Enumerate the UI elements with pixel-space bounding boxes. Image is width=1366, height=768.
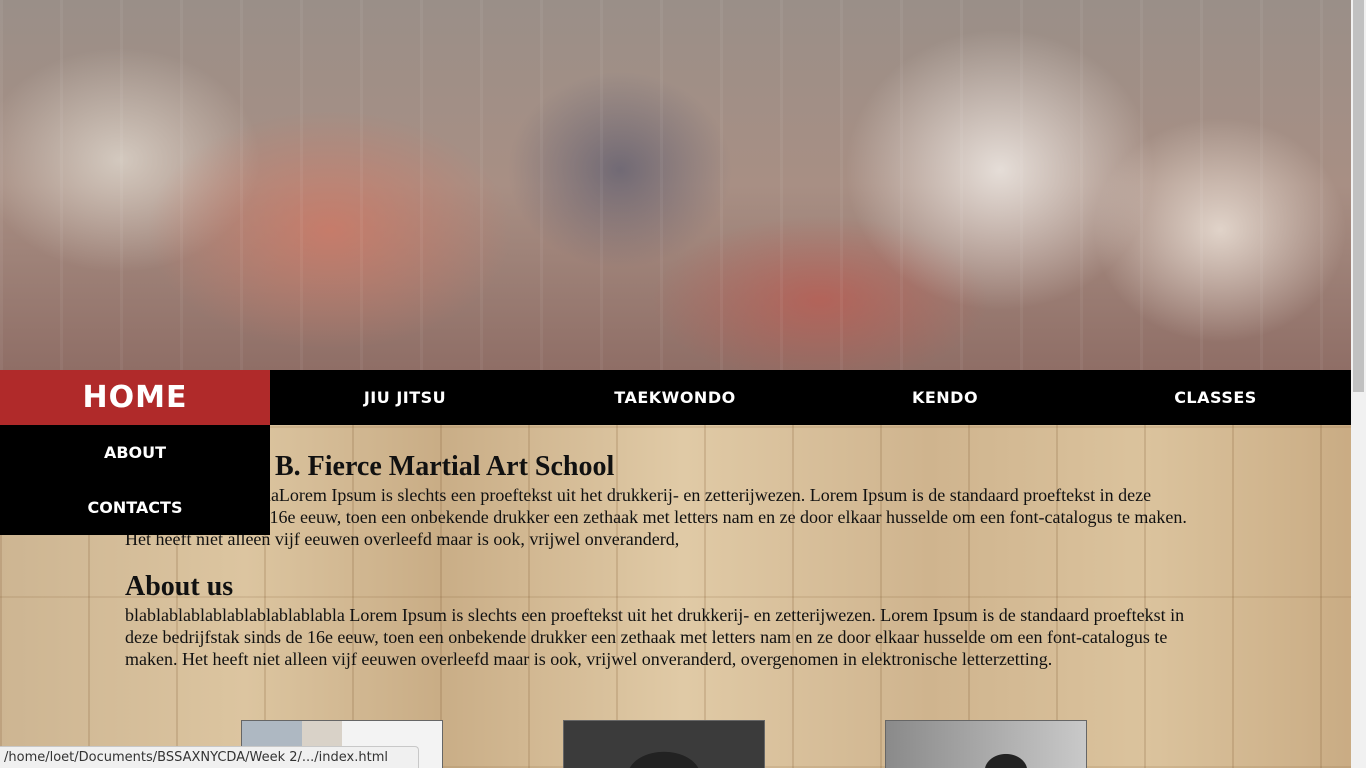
about-text: blablablablablablablablablabla Lorem Ips… <box>125 605 1185 669</box>
browser-status-url: /home/loet/Documents/BSSAXNYCDA/Week 2/.… <box>0 746 419 768</box>
nav-item-home[interactable]: Home <box>0 370 270 425</box>
nav-item-classes[interactable]: Classes <box>1080 370 1351 425</box>
about-heading: About us <box>125 571 234 602</box>
welcome-section: B. Fierce Martial Art School blablablabl… <box>125 450 1215 550</box>
dropdown-item-about[interactable]: About <box>0 425 270 480</box>
page-title: B. Fierce Martial Art School <box>275 451 615 482</box>
about-section: About us blablablablablablablablablabla … <box>125 570 1215 670</box>
intro-text: blablablablablablablaLorem Ipsum is slec… <box>125 485 1187 549</box>
nav-item-jiu-jitsu[interactable]: Jiu Jitsu <box>270 370 540 425</box>
home-dropdown-menu: About Contacts <box>0 425 270 535</box>
nav-item-taekwondo[interactable]: Taekwondo <box>540 370 810 425</box>
hero-banner-image <box>0 0 1351 370</box>
instructor-photo <box>563 720 765 768</box>
scrollbar-thumb[interactable] <box>1353 0 1364 392</box>
vertical-scrollbar[interactable] <box>1351 0 1366 768</box>
nav-item-kendo[interactable]: Kendo <box>810 370 1080 425</box>
hero-texture <box>0 0 1351 370</box>
dropdown-item-contacts[interactable]: Contacts <box>0 480 270 535</box>
main-navigation: Home Jiu Jitsu Taekwondo Kendo Classes <box>0 370 1351 425</box>
instructor-photo <box>885 720 1087 768</box>
